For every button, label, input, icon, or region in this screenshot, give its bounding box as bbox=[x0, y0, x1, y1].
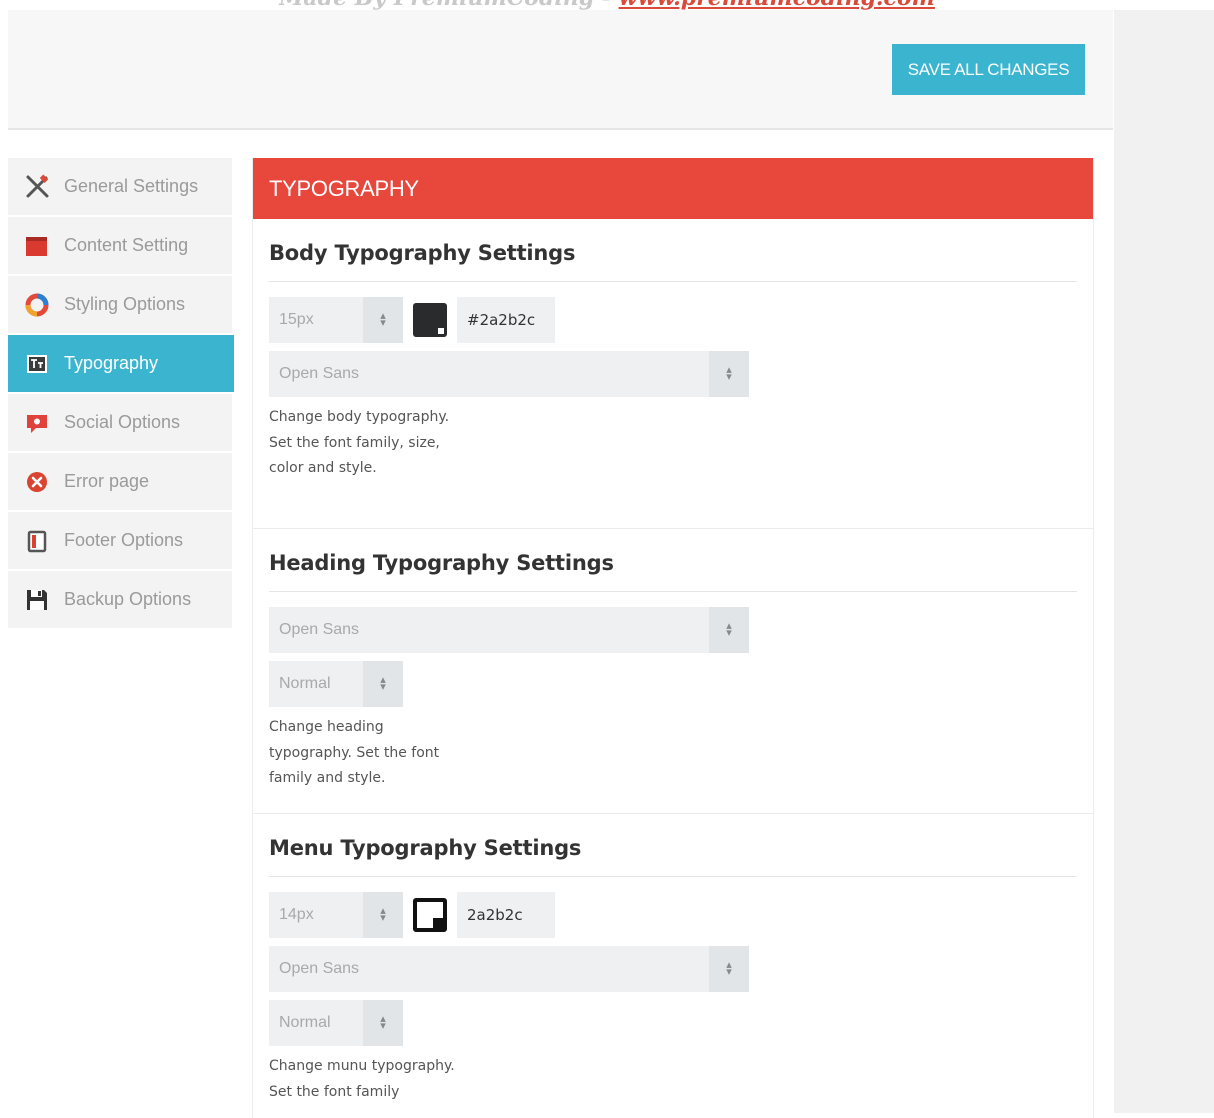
tools-icon bbox=[24, 173, 50, 200]
sidebar-item-backup-options[interactable]: Backup Options bbox=[8, 571, 232, 628]
menu-font-family-select[interactable]: Open Sans ▴ ▾ bbox=[269, 946, 749, 992]
select-arrows-icon: ▴ ▾ bbox=[363, 661, 403, 707]
palette-icon bbox=[24, 292, 50, 318]
body-color-hex-input[interactable] bbox=[457, 297, 555, 343]
select-arrows-icon: ▴ ▾ bbox=[709, 607, 749, 653]
heading-typography-section: Heading Typography Settings Open Sans ▴ ▾… bbox=[253, 529, 1093, 814]
menu-color-swatch[interactable] bbox=[413, 898, 447, 932]
typography-icon bbox=[24, 351, 50, 377]
section-heading: Body Typography Settings bbox=[269, 241, 576, 265]
sidebar-item-error-page[interactable]: Error page bbox=[8, 453, 232, 510]
section-divider bbox=[269, 281, 1077, 282]
select-value: 15px bbox=[279, 311, 314, 328]
section-description: Change munu typography. Set the font fam… bbox=[269, 1058, 455, 1100]
section-divider bbox=[269, 591, 1077, 592]
social-icon bbox=[24, 410, 50, 436]
sidebar-item-label: Typography bbox=[64, 353, 159, 373]
section-heading: Heading Typography Settings bbox=[269, 551, 614, 575]
watermark-text: Made By PremiumCoding - bbox=[279, 0, 618, 10]
watermark: Made By PremiumCoding - www.premiumcodin… bbox=[0, 0, 1214, 10]
select-value: Open Sans bbox=[279, 621, 360, 638]
menu-font-size-select[interactable]: 14px ▴ ▾ bbox=[269, 892, 403, 938]
select-value: Normal bbox=[279, 675, 331, 692]
body-typography-section: Body Typography Settings 15px ▴▾ Open Sa… bbox=[253, 219, 1093, 529]
sidebar-item-label: Social Options bbox=[64, 412, 181, 432]
options-sidebar: General Settings Content Setting Styling… bbox=[8, 158, 234, 630]
sidebar-item-label: General Settings bbox=[64, 176, 199, 196]
body-color-swatch[interactable] bbox=[413, 303, 447, 337]
sidebar-item-content-setting[interactable]: Content Setting bbox=[8, 217, 232, 274]
section-description: Change body typography. Set the font fam… bbox=[269, 409, 450, 476]
sidebar-item-footer-options[interactable]: Footer Options bbox=[8, 512, 232, 569]
select-arrows-icon: ▴ ▾ bbox=[363, 1000, 403, 1046]
select-value: 14px bbox=[279, 906, 314, 923]
heading-font-style-select[interactable]: Normal ▴ ▾ bbox=[269, 661, 403, 707]
right-gutter bbox=[1114, 10, 1214, 1113]
select-arrows-icon: ▴ ▾ bbox=[709, 351, 749, 397]
section-heading: Menu Typography Settings bbox=[269, 836, 582, 860]
sidebar-item-typography[interactable]: Typography bbox=[8, 335, 234, 392]
options-topbar: SAVE ALL CHANGES bbox=[8, 10, 1113, 130]
body-font-family-select[interactable]: Open Sans ▴ ▾ bbox=[269, 351, 749, 397]
select-value: Normal bbox=[279, 1014, 331, 1031]
sidebar-item-styling-options[interactable]: Styling Options bbox=[8, 276, 232, 333]
sidebar-item-social-options[interactable]: Social Options bbox=[8, 394, 232, 451]
section-description: Change heading typography. Set the font … bbox=[269, 719, 440, 786]
select-arrows-icon: ▴ ▾ bbox=[709, 946, 749, 992]
section-divider bbox=[269, 876, 1077, 877]
typography-panel: TYPOGRAPHY Body Typography Settings 15px… bbox=[252, 158, 1094, 1118]
heading-font-family-select[interactable]: Open Sans ▴ ▾ bbox=[269, 607, 749, 653]
save-icon bbox=[24, 587, 50, 613]
error-icon bbox=[24, 469, 50, 495]
sidebar-item-label: Footer Options bbox=[64, 530, 184, 550]
menu-typography-section: Menu Typography Settings 14px ▴▾ Open Sa… bbox=[253, 814, 1093, 1105]
menu-font-style-select[interactable]: Normal ▴ ▾ bbox=[269, 1000, 403, 1046]
panel-title: TYPOGRAPHY bbox=[253, 158, 1093, 219]
sidebar-item-label: Content Setting bbox=[64, 235, 189, 255]
sidebar-item-label: Styling Options bbox=[64, 294, 186, 314]
select-arrows-icon: ▴ ▾ bbox=[363, 892, 403, 938]
select-value: Open Sans bbox=[279, 365, 360, 382]
sidebar-item-label: Error page bbox=[64, 471, 150, 491]
save-all-changes-button[interactable]: SAVE ALL CHANGES bbox=[892, 44, 1085, 95]
body-font-size-select[interactable]: 15px ▴ ▾ bbox=[269, 297, 403, 343]
sidebar-item-general-settings[interactable]: General Settings bbox=[8, 158, 232, 215]
footer-icon bbox=[24, 528, 50, 554]
select-arrows-icon: ▴ ▾ bbox=[363, 297, 403, 343]
select-value: Open Sans bbox=[279, 960, 360, 977]
sidebar-item-label: Backup Options bbox=[64, 589, 192, 609]
menu-color-hex-input[interactable] bbox=[457, 892, 555, 938]
content-icon bbox=[24, 233, 50, 259]
watermark-link[interactable]: www.premiumcoding.com bbox=[619, 0, 935, 10]
